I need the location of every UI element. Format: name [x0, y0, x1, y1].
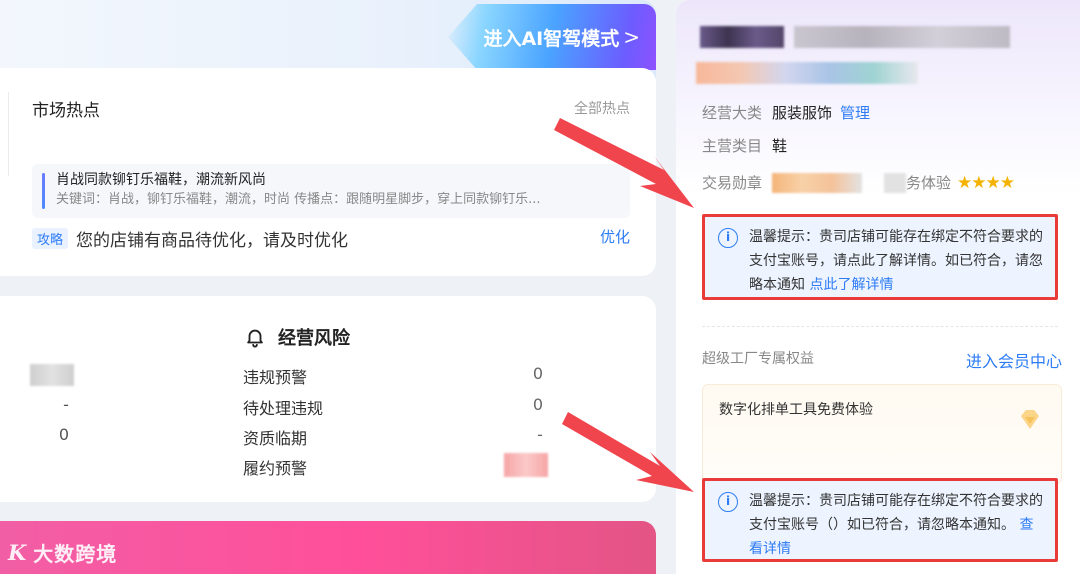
risk-label: 履约预警: [243, 459, 308, 478]
strategy-text: 您的店铺有商品待优化，请及时优化: [76, 231, 349, 251]
notice-tip-1: i 温馨提示：贵司店铺可能存在绑定不符合要求的支付宝账号，请点此了解详情。如已符…: [702, 214, 1058, 300]
benefit-card[interactable]: 数字化排单工具免费体验: [702, 384, 1062, 484]
main-category-label: 主营类目: [702, 137, 763, 155]
all-hotspots-link[interactable]: 全部热点: [574, 98, 630, 118]
member-benefits-title: 超级工厂专属权益: [702, 351, 814, 367]
badge-row: 交易勋章 务体验 ★★★★: [702, 172, 1015, 193]
watermark-logo: K: [8, 540, 28, 565]
service-label: 务体验: [906, 174, 952, 192]
tip-text: 温馨提示：贵司店铺可能存在绑定不符合要求的支付宝账号（）如已符合，请忽略本通知。: [749, 493, 1043, 533]
strategy-row: 攻略 您的店铺有商品待优化，请及时优化: [32, 226, 348, 251]
divider: [8, 92, 9, 176]
star-rating: ★★★★: [957, 172, 1015, 193]
risk-row[interactable]: 0 资质临期 -: [0, 425, 656, 448]
watermark: K 大数跨境: [8, 538, 117, 567]
market-title: 市场热点: [32, 101, 100, 121]
risk-label: 违规预警: [243, 368, 308, 387]
market-hotspot-card: 市场热点 全部热点 肖战同款铆钉乐福鞋，潮流新风尚 关键词：肖战，铆钉乐福鞋，潮…: [0, 68, 656, 276]
shop-info-panel: 经营大类 服装服饰 管理 主营类目 鞋 交易勋章 务体验 ★★★★ i 温馨提示…: [676, 0, 1080, 574]
hotspot-keywords: 关键词：肖战，铆钉乐福鞋，潮流，时尚 传播点：跟随明星脚步，穿上同款铆钉乐...: [56, 192, 541, 207]
notice-tip-2: i 温馨提示：贵司店铺可能存在绑定不符合要求的支付宝账号（）如已符合，请忽略本通…: [702, 478, 1058, 562]
blurred-badge: [884, 172, 907, 193]
strategy-tag: 攻略: [32, 228, 69, 249]
risk-left-value: -: [63, 395, 69, 414]
category-label: 经营大类: [702, 104, 763, 122]
info-icon: i: [718, 228, 738, 248]
risk-title: 经营风险: [278, 328, 350, 349]
risk-row[interactable]: - 待处理违规 0: [0, 395, 656, 418]
bell-icon: [247, 329, 263, 348]
tip-details-link[interactable]: 点此了解详情: [809, 277, 893, 293]
risk-value: -: [537, 425, 543, 444]
blurred-badges: [772, 172, 863, 193]
blurred-shop-name: [794, 26, 1010, 48]
risk-label: 待处理违规: [243, 399, 324, 418]
watermark-text: 大数跨境: [33, 542, 118, 566]
ai-mode-label: 进入AI智驾模式: [483, 27, 620, 50]
category-value: 服装服饰: [772, 104, 833, 122]
business-category-row: 经营大类 服装服饰 管理: [702, 102, 870, 123]
risk-value: 0: [532, 364, 544, 383]
member-center-link[interactable]: 进入会员中心: [966, 348, 1062, 372]
blurred-value: [504, 453, 548, 477]
risk-row[interactable]: 履约预警: [0, 453, 656, 478]
risk-title-row: 经营风险: [244, 324, 350, 350]
main-category-row: 主营类目 鞋: [702, 135, 787, 156]
ai-mode-button[interactable]: 进入AI智驾模式 >: [448, 4, 656, 70]
diamond-icon: [1021, 410, 1039, 429]
benefit-text: 数字化排单工具免费体验: [719, 402, 873, 418]
manage-link[interactable]: 管理: [840, 102, 870, 123]
tip-text: 温馨提示：贵司店铺可能存在绑定不符合要求的支付宝账号，请点此了解详情。如已符合，…: [749, 229, 1043, 293]
optimize-link[interactable]: 优化: [600, 226, 630, 247]
hotspot-title: 肖战同款铆钉乐福鞋，潮流新风尚: [56, 172, 266, 188]
risk-label: 资质临期: [243, 429, 308, 448]
info-icon: i: [718, 492, 738, 512]
blurred-shop-name: [700, 26, 784, 48]
hotspot-item[interactable]: 肖战同款铆钉乐福鞋，潮流新风尚 关键词：肖战，铆钉乐福鞋，潮流，时尚 传播点：跟…: [32, 164, 630, 218]
risk-left-value: 0: [58, 425, 70, 444]
blurred-value: [30, 364, 74, 386]
risk-row[interactable]: 违规预警 0: [0, 364, 656, 387]
chevron-right-icon: >: [623, 25, 640, 49]
main-category-value: 鞋: [772, 137, 788, 155]
blurred-shop-tags: [696, 62, 918, 84]
operating-risk-card: 经营风险 违规预警 0 - 待处理违规 0 0 资质临期 - 履约预警: [0, 296, 656, 502]
divider: [702, 326, 1058, 327]
badge-label: 交易勋章: [702, 174, 763, 192]
risk-value: 0: [532, 395, 544, 414]
